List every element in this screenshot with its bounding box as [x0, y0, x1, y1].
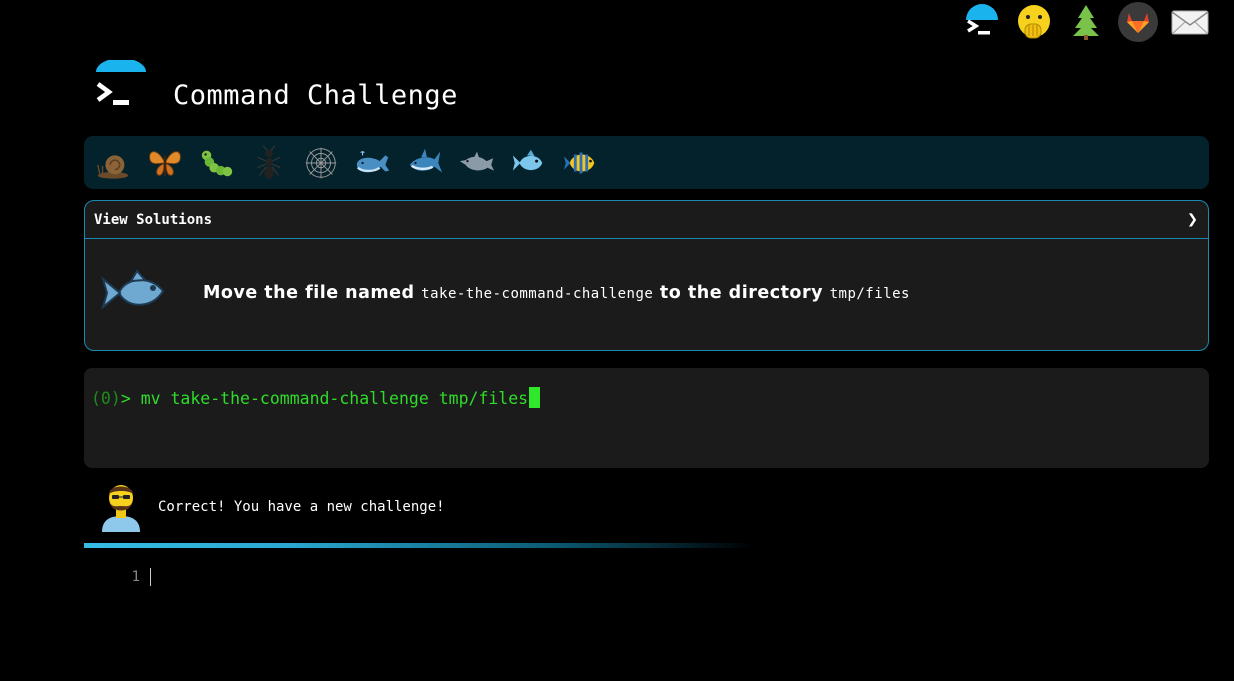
envelope-icon[interactable] — [1170, 2, 1210, 42]
chevron-right-icon: ❯ — [1187, 209, 1198, 230]
caterpillar-icon[interactable] — [196, 142, 238, 184]
challenge-task: Move the file named take-the-command-cha… — [85, 239, 1208, 347]
tree-icon[interactable] — [1066, 2, 1106, 42]
challenge-description: Move the file named take-the-command-cha… — [203, 283, 910, 303]
feedback-text: Correct! You have a new challenge! — [158, 499, 445, 515]
shark-icon[interactable] — [404, 142, 446, 184]
logo-icon — [94, 58, 148, 112]
fish-icon[interactable] — [508, 142, 550, 184]
feedback-message: Correct! You have a new challenge! — [98, 482, 445, 532]
line-number: 1 — [131, 569, 140, 585]
man-avatar-icon — [98, 482, 144, 532]
exit-status: (0) — [91, 389, 121, 408]
page-title: Command Challenge — [173, 80, 458, 111]
top-icon-bar — [962, 2, 1210, 42]
snail-icon[interactable] — [92, 142, 134, 184]
butterfly-icon[interactable] — [144, 142, 186, 184]
prompt-symbol: > — [120, 389, 141, 408]
task-text-before: Move the file named — [203, 283, 415, 303]
level-bar — [84, 136, 1209, 189]
terminal-cursor — [529, 387, 541, 408]
view-solutions-label: View Solutions — [94, 211, 213, 228]
dolphin-icon[interactable] — [456, 142, 498, 184]
challenge-panel: View Solutions ❯ Move the file named tak… — [84, 200, 1209, 351]
tropical-fish-icon[interactable] — [560, 142, 602, 184]
face-with-hand-over-mouth-icon[interactable] — [1014, 2, 1054, 42]
gitlab-icon[interactable] — [1118, 2, 1158, 42]
terminal-icon[interactable] — [962, 2, 1002, 42]
command-text: mv take-the-command-challenge tmp/files — [140, 389, 529, 408]
ant-icon[interactable] — [248, 142, 290, 184]
task-text-middle: to the directory — [659, 283, 823, 303]
fish-icon — [97, 263, 169, 323]
code-editor[interactable]: 1 — [84, 568, 151, 586]
view-solutions-toggle[interactable]: View Solutions ❯ — [85, 201, 1208, 239]
task-dir-name: tmp/files — [829, 286, 910, 302]
divider — [84, 543, 754, 548]
spiderweb-icon[interactable] — [300, 142, 342, 184]
terminal-input[interactable]: (0)> mv take-the-command-challenge tmp/f… — [84, 368, 1209, 468]
editor-cursor — [150, 568, 151, 586]
whale-icon[interactable] — [352, 142, 394, 184]
task-file-name: take-the-command-challenge — [421, 286, 654, 302]
